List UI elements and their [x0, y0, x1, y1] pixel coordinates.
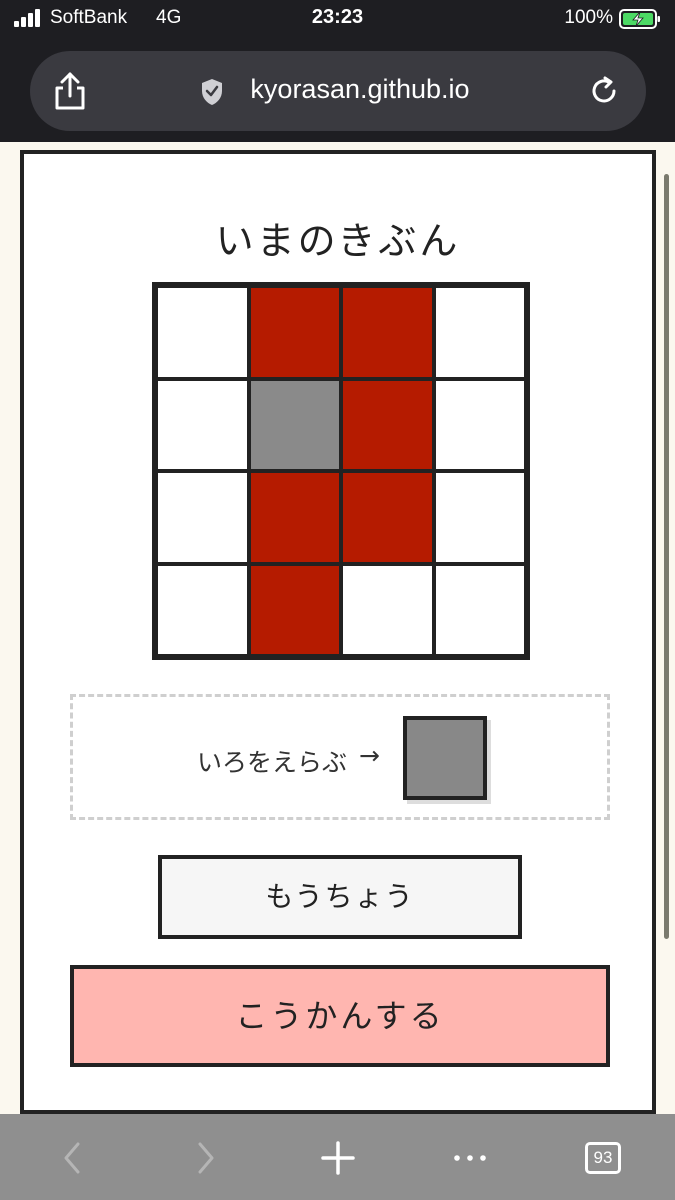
again-button[interactable]: もうちょう — [158, 855, 522, 939]
battery-percent: 100% — [564, 7, 613, 28]
grid-cell[interactable] — [435, 288, 524, 377]
grid-cell[interactable] — [158, 288, 247, 377]
color-swatch-button[interactable] — [403, 716, 487, 800]
page-title: いまのきぶん — [215, 219, 461, 263]
grid-cell[interactable] — [435, 473, 524, 562]
grid-cell[interactable] — [250, 288, 339, 377]
grid-cell[interactable] — [343, 565, 432, 654]
grid-cell[interactable] — [158, 473, 247, 562]
grid-cell[interactable] — [158, 565, 247, 654]
grid-cell[interactable] — [343, 380, 432, 469]
more-icon[interactable] — [452, 1140, 488, 1176]
forward-icon[interactable] — [194, 1140, 218, 1176]
address-bar[interactable]: kyorasan.github.io — [30, 51, 646, 131]
url-text[interactable]: kyorasan.github.io — [30, 74, 646, 105]
grid-cell[interactable] — [250, 380, 339, 469]
grid-cell[interactable] — [250, 565, 339, 654]
new-tab-icon[interactable] — [320, 1140, 356, 1176]
grid-cell[interactable] — [343, 288, 432, 377]
color-picker-label: いろをえらぶ — [197, 748, 348, 777]
exchange-button[interactable]: こうかんする — [70, 965, 610, 1067]
back-icon[interactable] — [60, 1140, 84, 1176]
pixel-grid[interactable] — [152, 282, 530, 660]
battery-charging-icon — [619, 9, 660, 29]
mood-card: いまのきぶん いろをえらぶ → もうちょう こうかんする — [20, 150, 656, 1114]
color-picker-panel: いろをえらぶ → — [70, 694, 610, 820]
arrow-right-icon: → — [359, 741, 380, 770]
page-content: いまのきぶん いろをえらぶ → もうちょう こうかんする — [0, 142, 675, 1114]
grid-cell[interactable] — [435, 380, 524, 469]
screen: SoftBank 4G 23:23 100% kyorasan.github.i… — [0, 0, 675, 1200]
status-bar: SoftBank 4G 23:23 100% — [0, 0, 675, 40]
grid-cell[interactable] — [343, 473, 432, 562]
grid-cell[interactable] — [158, 380, 247, 469]
tabs-button[interactable]: 93 — [585, 1142, 621, 1174]
browser-top-chrome: SoftBank 4G 23:23 100% kyorasan.github.i… — [0, 0, 675, 142]
grid-cell[interactable] — [435, 565, 524, 654]
browser-bottom-toolbar: 93 — [0, 1114, 675, 1200]
reload-icon[interactable] — [588, 75, 620, 107]
grid-cell[interactable] — [250, 473, 339, 562]
scrollbar[interactable] — [664, 174, 669, 939]
